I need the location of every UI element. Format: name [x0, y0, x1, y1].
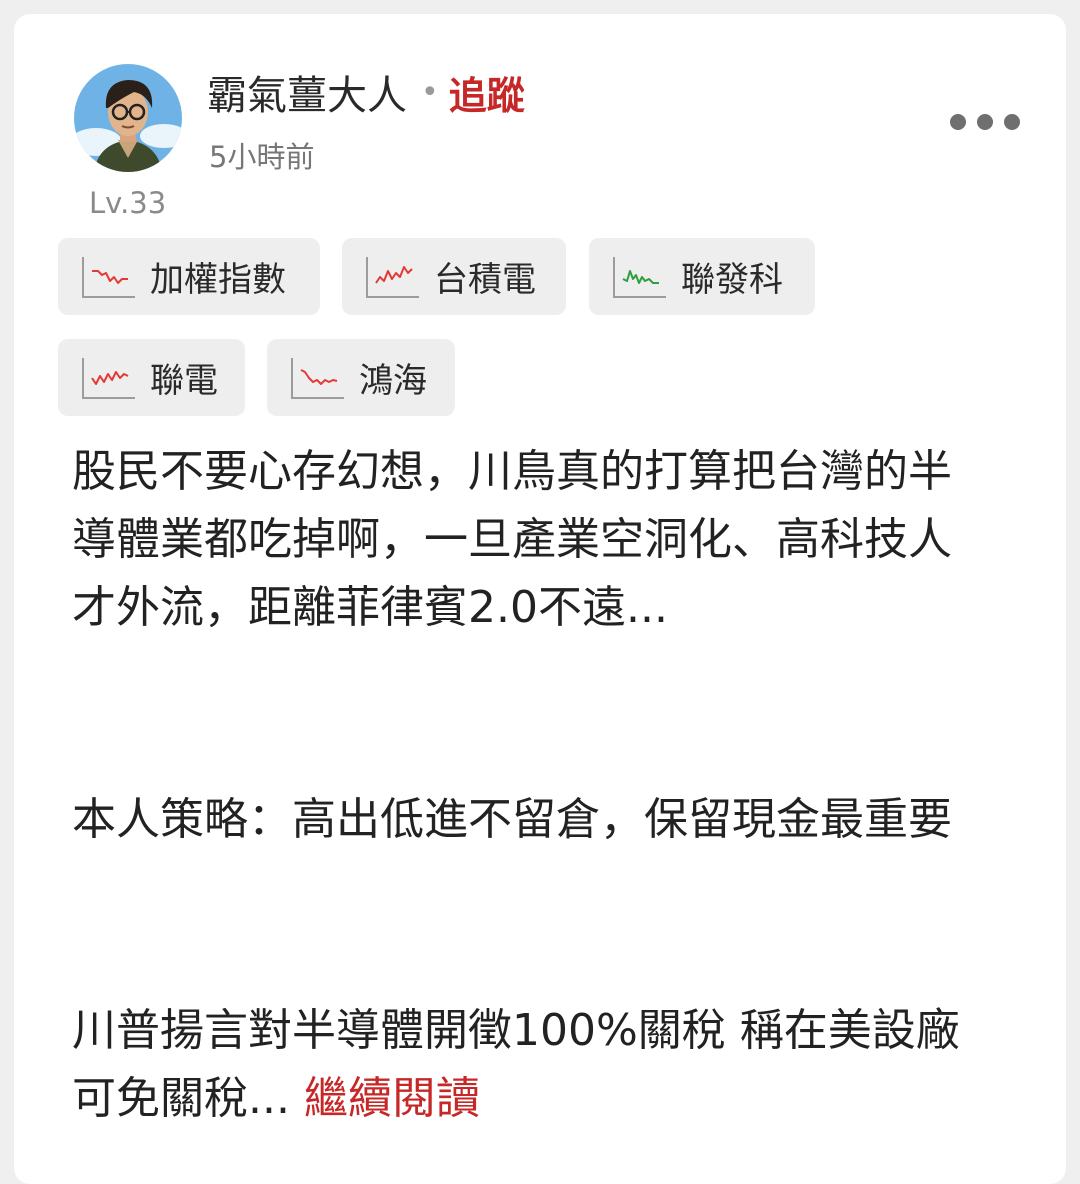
body-line: 川普揚言對半導體開徵100%關稅 稱在美設廠 [72, 1005, 960, 1056]
body-line: 股民不要心存幻想，川鳥真的打算把台灣的半 [72, 446, 952, 497]
stock-tag-label: 加權指數 [150, 260, 286, 300]
more-dots-icon [977, 114, 993, 130]
stock-tag[interactable]: 台積電 [342, 238, 566, 315]
stock-tag-label: 聯發科 [681, 260, 783, 300]
avatar[interactable] [74, 64, 182, 172]
more-options-button[interactable] [950, 106, 1020, 138]
stock-tag-label: 鴻海 [359, 361, 427, 401]
body-line: 可免關稅... 繼續閱讀 [72, 1073, 480, 1124]
author-row: 霸氣薑大人 • 追蹤 [207, 63, 525, 121]
stock-tag-label: 台積電 [434, 260, 536, 300]
mini-chart-icon [366, 256, 419, 298]
follow-button[interactable]: 追蹤 [449, 65, 525, 120]
stock-tag[interactable]: 鴻海 [267, 339, 455, 416]
mini-chart-icon [82, 357, 135, 399]
stock-tag[interactable]: 加權指數 [58, 238, 320, 315]
body-line: 導體業都吃掉啊，一旦產業空洞化、高科技人 [72, 514, 952, 565]
stock-tag-label: 聯電 [150, 361, 218, 401]
more-dots-icon [950, 114, 966, 130]
post-body-paragraph-2: 本人策略：高出低進不留倉，保留現金最重要 [72, 786, 952, 854]
separator-dot: • [421, 74, 439, 110]
avatar-portrait [74, 64, 182, 172]
mini-chart-icon [613, 256, 666, 298]
read-more-link[interactable]: 繼續閱讀 [290, 1073, 480, 1124]
body-line: 本人策略：高出低進不留倉，保留現金最重要 [72, 794, 952, 845]
more-dots-icon [1004, 114, 1020, 130]
user-level: Lv.33 [89, 186, 167, 220]
mini-chart-icon [291, 357, 344, 399]
post-body-paragraph-3: 川普揚言對半導體開徵100%關稅 稱在美設廠 可免關稅... 繼續閱讀 [72, 997, 960, 1133]
body-line: 才外流，距離菲律賓2.0不遠... [72, 582, 668, 633]
post-timestamp: 5小時前 [209, 140, 315, 174]
stock-tag[interactable]: 聯電 [58, 339, 245, 416]
post-body-paragraph-1: 股民不要心存幻想，川鳥真的打算把台灣的半 導體業都吃掉啊，一旦產業空洞化、高科技人… [72, 438, 952, 642]
stock-tag[interactable]: 聯發科 [589, 238, 815, 315]
post-card: Lv.33 霸氣薑大人 • 追蹤 5小時前 加權指數 台積電 聯發科聯電 鴻海 股民不… [14, 14, 1066, 1184]
author-name[interactable]: 霸氣薑大人 [207, 63, 407, 121]
mini-chart-icon [82, 256, 135, 298]
